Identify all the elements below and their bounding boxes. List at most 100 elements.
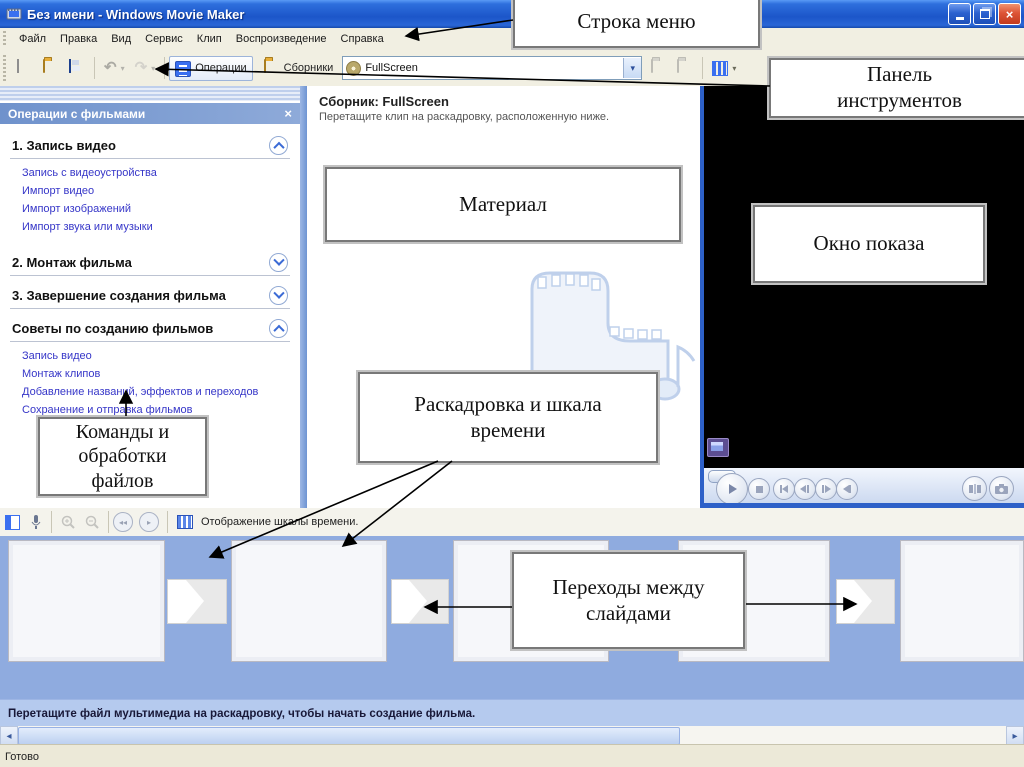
close-button[interactable]: ×	[998, 3, 1021, 25]
storyboard-frame[interactable]	[900, 540, 1024, 662]
task-section-header[interactable]: 1. Запись видео	[10, 132, 290, 159]
film-reel-icon	[346, 60, 362, 76]
menu-item-правка[interactable]: Правка	[53, 30, 104, 48]
task-link[interactable]: Запись с видеоустройства	[22, 167, 290, 179]
menu-bar: Файл Правка Вид Сервис Клип Воспроизведение Сп…	[0, 28, 1024, 51]
tasks-label: Операции	[195, 62, 247, 74]
save-project-button[interactable]	[64, 57, 90, 79]
split-clip-button[interactable]	[962, 476, 987, 501]
task-section-3: 3. Завершение создания фильма	[10, 282, 290, 309]
redo-icon: ↷	[134, 59, 148, 76]
menu-item-справка[interactable]: Справка	[334, 30, 391, 48]
task-section-header[interactable]: 3. Завершение создания фильма	[10, 282, 290, 309]
combobox-dropdown-button[interactable]: ▾	[623, 58, 642, 78]
play-storyboard-button[interactable]: ▸	[139, 512, 159, 532]
rewind-storyboard-button[interactable]: ◂◂	[113, 512, 133, 532]
play-icon	[729, 484, 737, 494]
task-section-header[interactable]: Советы по созданию фильмов	[10, 315, 290, 342]
title-bar: Без имени - Windows Movie Maker ×	[0, 0, 1024, 28]
storyboard-frame[interactable]	[8, 540, 165, 662]
task-link[interactable]: Импорт видео	[22, 185, 290, 197]
taskpane-header: Операции с фильмами ×	[0, 103, 300, 124]
views-button[interactable]: ▾	[707, 58, 741, 79]
scrollbar-thumb[interactable]	[18, 727, 680, 745]
task-link[interactable]: Импорт звука или музыки	[22, 221, 290, 233]
expand-button[interactable]	[269, 286, 288, 305]
show-timeline-button[interactable]: Отображение шкалы времени.	[172, 512, 363, 532]
step-back-button[interactable]	[794, 478, 816, 500]
task-section-label: Советы по созданию фильмов	[12, 321, 214, 336]
app-icon	[6, 8, 22, 20]
play-button[interactable]	[716, 473, 748, 505]
microphone-icon	[31, 514, 41, 529]
step-forward-button[interactable]	[815, 478, 837, 500]
zoom-out-icon	[85, 515, 99, 529]
stop-button[interactable]	[748, 478, 770, 500]
collections-button[interactable]: Сборники	[259, 57, 339, 79]
status-text: Готово	[5, 750, 39, 763]
new-collection-button[interactable]	[672, 57, 698, 79]
transition-arrow-icon	[392, 580, 427, 623]
task-link[interactable]: Сохранение и отправка фильмов	[22, 404, 290, 416]
tasks-button[interactable]: Операции	[169, 55, 253, 81]
collection-combobox[interactable]: FullScreen ▾	[342, 56, 643, 80]
task-link[interactable]: Добавление названий, эффектов и переходо…	[22, 386, 290, 398]
up-folder-icon	[651, 59, 667, 76]
storyboard-view-button[interactable]	[0, 512, 25, 533]
menu-item-файл[interactable]: Файл	[12, 30, 53, 48]
callout-storyboard-timeline: Раскадровка и шкала времени	[358, 372, 658, 463]
new-project-button[interactable]	[12, 57, 38, 79]
undo-button[interactable]: ↶ ▾	[99, 58, 130, 78]
undo-icon: ↶	[104, 59, 117, 76]
previous-frame-button[interactable]	[773, 478, 795, 500]
scroll-right-icon: ▸	[1012, 730, 1018, 742]
minimize-button[interactable]	[948, 3, 971, 25]
restore-button[interactable]	[973, 3, 996, 25]
taskpane-close-icon[interactable]: ×	[284, 106, 292, 121]
next-frame-button[interactable]	[836, 478, 858, 500]
picture-icon	[707, 438, 729, 457]
collapse-button[interactable]	[269, 319, 288, 338]
task-section-links: Запись видео Монтаж клипов Добавление назв…	[10, 342, 290, 426]
task-link[interactable]: Импорт изображений	[22, 203, 290, 215]
timeline-icon	[177, 515, 193, 529]
zoom-in-button[interactable]	[56, 512, 80, 532]
task-section-header[interactable]: 2. Монтаж фильма	[10, 249, 290, 276]
transition-cell[interactable]	[836, 579, 895, 624]
narrate-button[interactable]	[25, 512, 47, 533]
storyboard-toolbar: ◂◂ ▸ Отображение шкалы времени.	[0, 508, 1024, 537]
task-section-label: 1. Запись видео	[12, 138, 116, 153]
chevron-down-icon: ▾	[120, 63, 125, 73]
preview-monitor	[704, 86, 1024, 508]
task-link[interactable]: Запись видео	[22, 350, 290, 362]
open-project-button[interactable]	[38, 57, 64, 79]
menu-item-клип[interactable]: Клип	[190, 30, 229, 48]
rewind-icon: ◂◂	[118, 517, 128, 527]
callout-file-commands: Команды и обработки файлов	[38, 417, 207, 496]
task-section-label: 3. Завершение создания фильма	[12, 288, 226, 303]
storyboard-frame[interactable]	[231, 540, 387, 662]
views-icon	[712, 60, 729, 76]
callout-transitions: Переходы между слайдами	[512, 552, 745, 649]
previous-icon	[780, 485, 788, 493]
menu-item-вид[interactable]: Вид	[104, 30, 138, 48]
scroll-left-icon: ◂	[6, 730, 12, 742]
callout-material: Материал	[325, 167, 681, 242]
collapse-button[interactable]	[269, 136, 288, 155]
redo-button[interactable]: ↷ ▾	[130, 58, 161, 78]
tasks-icon	[175, 60, 192, 77]
scroll-left-button[interactable]: ◂	[0, 726, 18, 746]
zoom-out-button[interactable]	[80, 512, 104, 532]
scroll-right-button[interactable]: ▸	[1006, 726, 1024, 746]
take-picture-button[interactable]	[989, 476, 1014, 501]
task-link[interactable]: Монтаж клипов	[22, 368, 290, 380]
menu-item-сервис[interactable]: Сервис	[138, 30, 190, 48]
up-one-level-button[interactable]	[646, 57, 672, 79]
transition-cell[interactable]	[167, 579, 227, 624]
toolbar-separator	[94, 57, 95, 79]
expand-button[interactable]	[269, 253, 288, 272]
menu-item-воспроизведение[interactable]: Воспроизведение	[229, 30, 334, 48]
split-icon	[968, 483, 981, 494]
save-icon	[69, 59, 85, 76]
transition-cell[interactable]	[391, 579, 449, 624]
